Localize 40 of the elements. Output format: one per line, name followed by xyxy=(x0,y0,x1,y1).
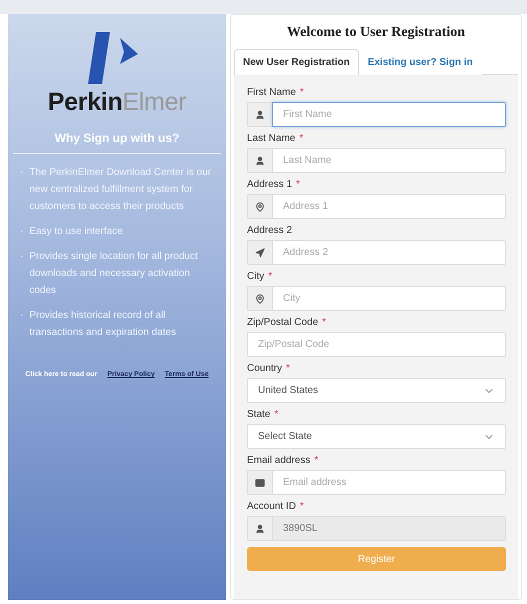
field-label: Country xyxy=(247,363,282,374)
select-field[interactable]: United States xyxy=(247,378,506,403)
bullet-mark: · xyxy=(20,250,24,264)
bullet-mark: · xyxy=(20,225,24,239)
required-mark: * xyxy=(274,409,278,420)
benefit-text: Provides single location for all product downloads and necessary activation codes xyxy=(29,250,199,298)
required-mark: * xyxy=(322,317,326,328)
input-field[interactable]: First Name xyxy=(272,102,506,127)
field-label: Last Name xyxy=(247,133,296,144)
sidebar-heading: Why Sign up with us? xyxy=(13,131,221,154)
benefit-text: The PerkinElmer Download Center is our new centralized fulfillment system for customers to access their products xyxy=(29,166,212,214)
map-pin-icon xyxy=(255,202,265,212)
required-mark: * xyxy=(268,271,272,282)
required-mark: * xyxy=(296,179,300,190)
user-icon xyxy=(255,110,265,120)
form-title: Welcome to User Registration xyxy=(286,25,466,41)
field-label: City xyxy=(247,271,264,282)
benefit-text: Provides historical record of all transactions and expiration dates xyxy=(29,309,178,340)
required-mark: * xyxy=(300,501,304,512)
map-pin-icon xyxy=(255,294,265,304)
benefit-text: Easy to use interface xyxy=(29,225,123,239)
field-label: Address 2 xyxy=(247,225,292,236)
field-label: Email address xyxy=(247,455,310,466)
required-mark: * xyxy=(286,363,290,374)
user-icon xyxy=(255,524,265,534)
arrow-icon xyxy=(255,248,265,258)
required-mark: * xyxy=(300,87,304,98)
field-label: Address 1 xyxy=(247,179,292,190)
field-label: First Name xyxy=(247,87,296,98)
select-field[interactable]: Select State xyxy=(247,424,506,449)
field-label: Zip/Postal Code xyxy=(247,317,318,328)
field-label: State xyxy=(247,409,270,420)
bullet-mark: · xyxy=(20,309,24,323)
user-icon xyxy=(255,156,265,166)
logo-text: PerkinElmer xyxy=(48,88,186,117)
required-mark: * xyxy=(299,133,304,144)
field-label: Account ID xyxy=(247,501,296,512)
required-mark: * xyxy=(314,455,318,466)
bullet-mark: · xyxy=(20,166,24,180)
tab[interactable]: New User Registration xyxy=(234,49,359,75)
